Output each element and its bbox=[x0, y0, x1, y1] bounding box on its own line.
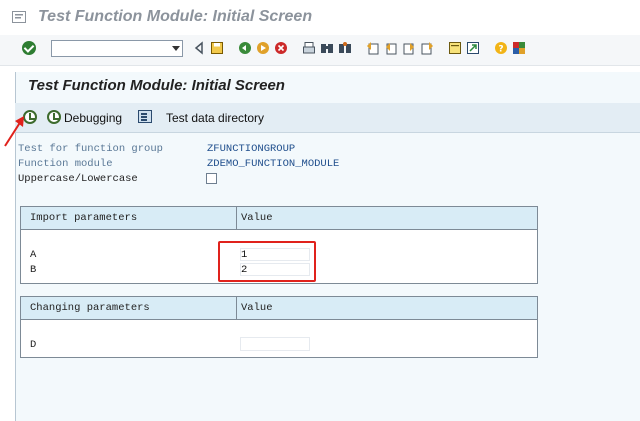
print-icon[interactable] bbox=[302, 41, 316, 55]
back-nav-icon[interactable] bbox=[238, 41, 252, 55]
back-icon[interactable] bbox=[192, 41, 206, 55]
table-header: Import parameters Value bbox=[21, 207, 537, 230]
find-next-icon[interactable] bbox=[338, 41, 352, 55]
column-divider bbox=[236, 207, 237, 229]
table-header: Changing parameters Value bbox=[21, 297, 537, 320]
last-page-icon[interactable] bbox=[420, 41, 434, 55]
annotation-arrow bbox=[4, 116, 24, 147]
changing-parameters-header: Changing parameters bbox=[30, 302, 150, 314]
find-icon[interactable] bbox=[320, 41, 334, 55]
param-value-d-input[interactable] bbox=[240, 337, 310, 351]
first-page-icon[interactable] bbox=[366, 41, 380, 55]
create-session-icon[interactable] bbox=[448, 41, 462, 55]
screen-title: Test Function Module: Initial Screen bbox=[28, 77, 285, 94]
param-name-a: A bbox=[30, 249, 37, 261]
import-parameters-header: Import parameters bbox=[30, 212, 138, 224]
cancel-icon[interactable] bbox=[274, 41, 288, 55]
function-group-label: Test for function group bbox=[18, 143, 163, 155]
column-divider bbox=[236, 297, 237, 319]
command-field[interactable] bbox=[51, 40, 183, 57]
uppercase-label: Uppercase/Lowercase bbox=[18, 173, 138, 185]
test-data-directory-icon[interactable] bbox=[138, 110, 152, 123]
debugging-button[interactable]: Debugging bbox=[64, 111, 122, 125]
svg-text:?: ? bbox=[498, 45, 503, 55]
value-header: Value bbox=[241, 302, 273, 314]
previous-page-icon[interactable] bbox=[384, 41, 398, 55]
customize-layout-icon[interactable] bbox=[512, 41, 526, 55]
test-data-directory-button[interactable]: Test data directory bbox=[166, 111, 264, 125]
annotation-highlight-box bbox=[218, 241, 316, 282]
debugging-icon[interactable] bbox=[47, 110, 61, 124]
function-module-label: Function module bbox=[18, 158, 113, 170]
uppercase-checkbox[interactable] bbox=[206, 173, 217, 184]
value-header: Value bbox=[241, 212, 273, 224]
exit-icon[interactable] bbox=[256, 41, 270, 55]
shortcut-icon[interactable] bbox=[466, 41, 480, 55]
help-icon[interactable]: ? bbox=[494, 41, 508, 55]
chevron-down-icon[interactable] bbox=[172, 46, 180, 51]
function-module-value[interactable]: ZDEMO_FUNCTION_MODULE bbox=[207, 158, 339, 170]
param-name-d: D bbox=[30, 339, 37, 351]
function-group-value[interactable]: ZFUNCTIONGROUP bbox=[207, 143, 295, 155]
window-title: Test Function Module: Initial Screen bbox=[38, 8, 313, 25]
next-page-icon[interactable] bbox=[402, 41, 416, 55]
save-icon[interactable] bbox=[210, 41, 224, 55]
window-title-bar: Test Function Module: Initial Screen bbox=[0, 0, 640, 35]
param-name-b: B bbox=[30, 264, 37, 276]
